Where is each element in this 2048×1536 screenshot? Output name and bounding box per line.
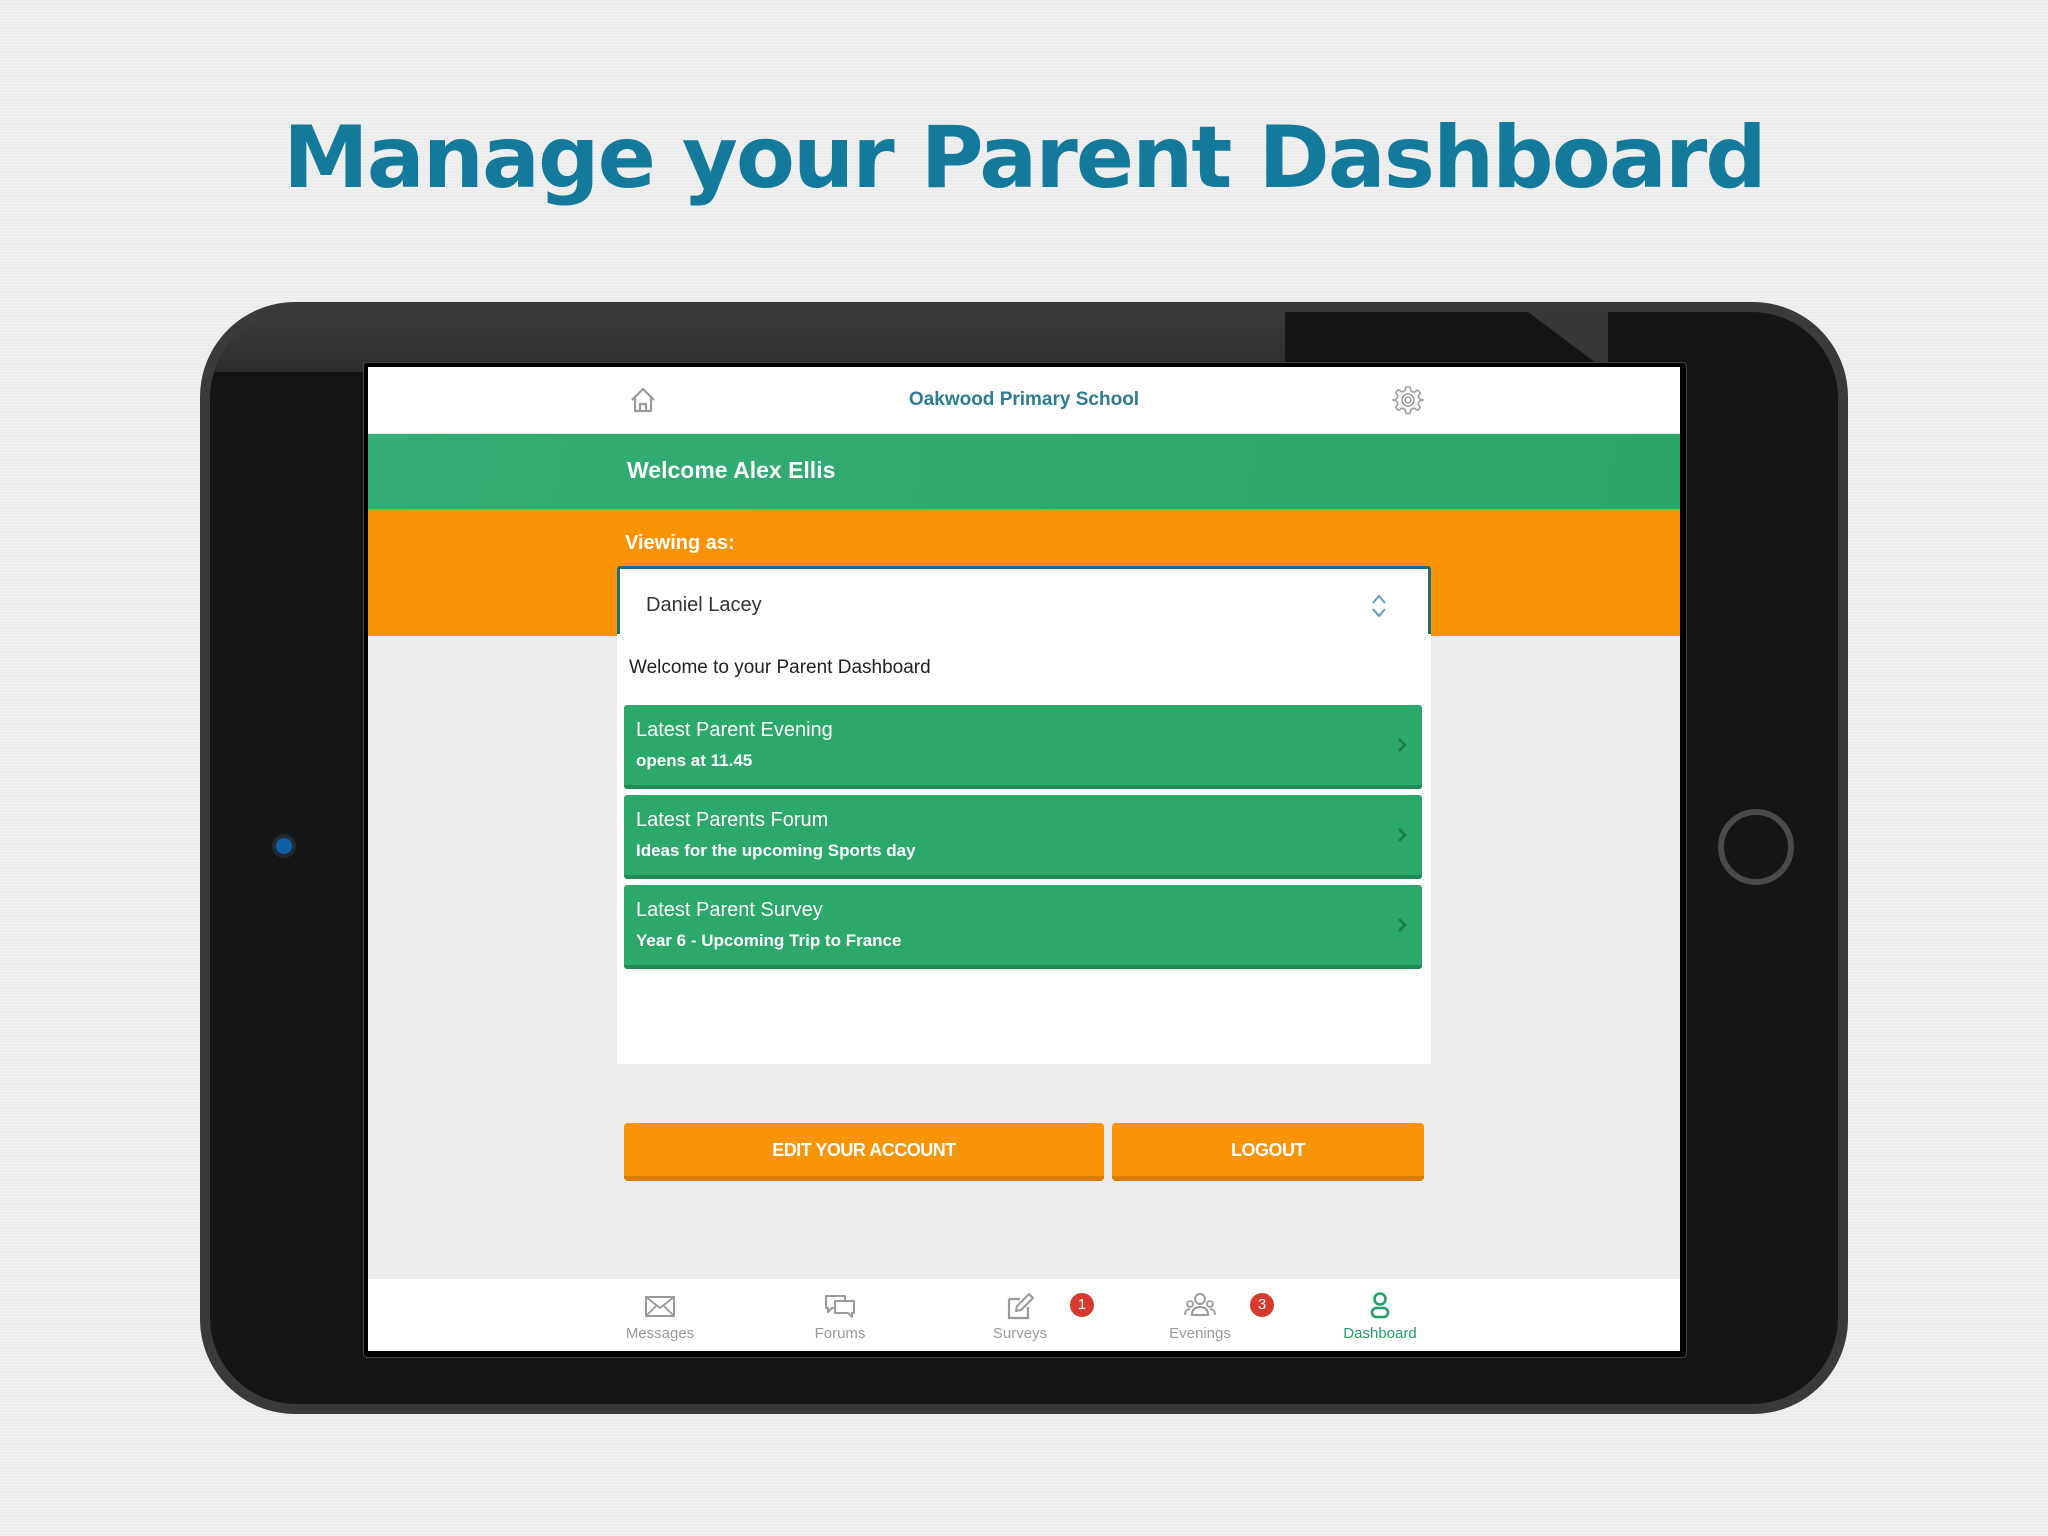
camera-icon — [276, 838, 292, 854]
group-icon — [1184, 1293, 1216, 1316]
chevron-right-icon — [1398, 918, 1407, 932]
child-select-value: Daniel Lacey — [646, 594, 762, 616]
page-headline: Manage your Parent Dashboard — [283, 108, 1767, 208]
card-title: Latest Parents Forum — [636, 809, 829, 831]
latest-parent-survey-card[interactable]: Latest Parent Survey Year 6 - Upcoming T… — [624, 885, 1422, 969]
envelope-icon — [645, 1296, 675, 1317]
viewing-as-section: Viewing as: Daniel Lacey — [368, 509, 1680, 644]
latest-parent-evening-card[interactable]: Latest Parent Evening opens at 11.45 — [624, 705, 1422, 789]
top-nav-bar: Oakwood Primary School — [368, 367, 1680, 435]
edit-account-button[interactable]: EDIT YOUR ACCOUNT — [624, 1123, 1104, 1181]
person-icon — [1370, 1292, 1390, 1319]
card-subtitle: Ideas for the upcoming Sports day — [636, 841, 916, 860]
child-select[interactable]: Daniel Lacey — [617, 566, 1431, 644]
card-title: Latest Parent Survey — [636, 899, 823, 921]
welcome-text: Welcome Alex Ellis — [627, 457, 836, 483]
edit-pencil-icon — [1007, 1293, 1034, 1320]
card-subtitle: Year 6 - Upcoming Trip to France — [636, 931, 902, 950]
surveys-badge: 1 — [1070, 1293, 1094, 1317]
tab-label: Messages — [625, 1325, 695, 1342]
welcome-banner: Welcome Alex Ellis — [368, 434, 1680, 509]
tab-label: Forums — [814, 1325, 866, 1342]
up-down-chevron-icon — [1372, 594, 1386, 618]
chevron-right-icon — [1398, 828, 1407, 842]
chat-bubbles-icon — [825, 1295, 855, 1318]
school-name: Oakwood Primary School — [908, 389, 1140, 410]
viewing-as-label: Viewing as: — [625, 532, 735, 554]
tab-dashboard[interactable]: Dashboard — [1315, 1279, 1445, 1351]
dashboard-panel: Welcome to your Parent Dashboard Latest … — [617, 634, 1431, 1064]
evenings-badge: 3 — [1250, 1293, 1274, 1317]
latest-parents-forum-card[interactable]: Latest Parents Forum Ideas for the upcom… — [624, 795, 1422, 879]
chevron-right-icon — [1398, 738, 1407, 752]
tab-surveys[interactable]: Surveys — [955, 1279, 1085, 1351]
gear-icon[interactable] — [1392, 384, 1424, 416]
tab-label: Evenings — [1169, 1325, 1231, 1342]
tab-forums[interactable]: Forums — [775, 1279, 905, 1351]
tab-label: Surveys — [992, 1325, 1048, 1342]
home-hardware-button[interactable] — [1718, 809, 1794, 885]
logout-button[interactable]: LOGOUT — [1112, 1123, 1424, 1181]
tab-evenings[interactable]: Evenings — [1135, 1279, 1265, 1351]
app-screen: Oakwood Primary School Welcome Alex Elli… — [368, 367, 1680, 1351]
bottom-tab-bar: Messages Forums Surveys 1 Evenings 3 Das… — [368, 1279, 1680, 1351]
dashboard-intro: Welcome to your Parent Dashboard — [629, 657, 931, 678]
card-subtitle: opens at 11.45 — [636, 751, 753, 770]
card-title: Latest Parent Evening — [636, 719, 833, 741]
tab-messages[interactable]: Messages — [595, 1279, 725, 1351]
tab-label: Dashboard — [1343, 1325, 1417, 1342]
